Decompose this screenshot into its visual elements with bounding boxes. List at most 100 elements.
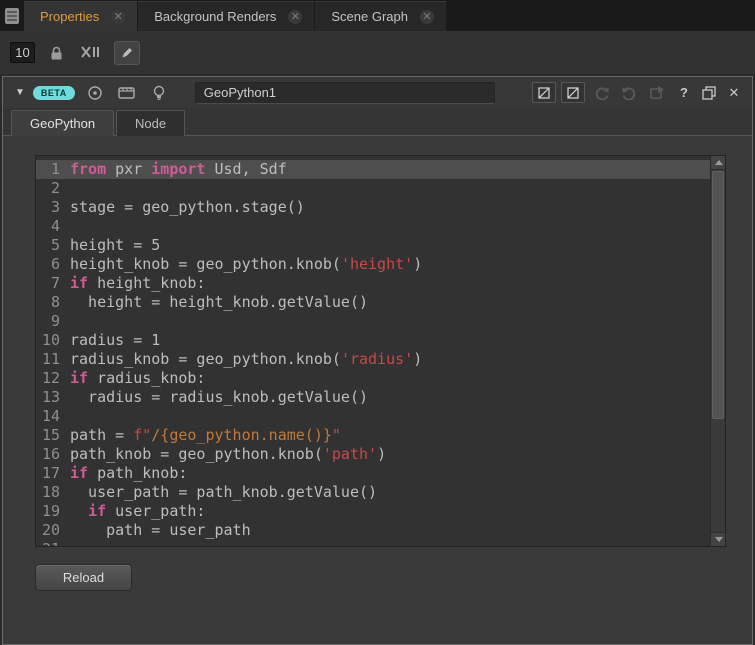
tab-properties[interactable]: Properties ✕ (24, 1, 137, 31)
tab-node[interactable]: Node (116, 110, 185, 136)
collapse-arrow-icon[interactable]: ▼ (15, 87, 25, 98)
tab-background-renders[interactable]: Background Renders ✕ (138, 1, 314, 31)
header-buttons: ? ✕ (532, 82, 744, 103)
beta-badge: BETA (33, 86, 75, 100)
line-code: height = height_knob.getValue() (70, 293, 368, 312)
close-panel-icon[interactable]: ✕ (724, 85, 744, 101)
close-icon[interactable]: ✕ (111, 10, 125, 24)
code-line[interactable]: 5height = 5 (36, 236, 725, 255)
node-name-input[interactable] (195, 82, 495, 104)
line-code: path = f"/{geo_python.name()}" (70, 426, 341, 445)
max-panels-input[interactable]: 10 (10, 42, 35, 63)
line-code: user_path = path_knob.getValue() (70, 483, 377, 502)
line-number: 2 (36, 179, 70, 198)
editor-footer: Reload (35, 547, 726, 607)
code-line[interactable]: 6height_knob = geo_python.knob('height') (36, 255, 725, 274)
tab-properties-label: Properties (40, 9, 99, 24)
code-line[interactable]: 11radius_knob = geo_python.knob('radius'… (36, 350, 725, 369)
line-number: 18 (36, 483, 70, 502)
tab-content: 1from pxr import Usd, Sdf23stage = geo_p… (3, 135, 752, 644)
line-number: 7 (36, 274, 70, 293)
code-line[interactable]: 9 (36, 312, 725, 331)
line-number: 1 (36, 160, 70, 179)
code-line[interactable]: 12if radius_knob: (36, 369, 725, 388)
line-number: 20 (36, 521, 70, 540)
help-button[interactable]: ? (674, 85, 694, 100)
line-number: 3 (36, 198, 70, 217)
node-properties-panel: ▼ BETA (2, 76, 753, 645)
close-all-panels-icon[interactable] (78, 43, 102, 62)
code-line[interactable]: 8 height = height_knob.getValue() (36, 293, 725, 312)
channel-swatch-icon[interactable] (532, 82, 556, 103)
panel-menu-icon[interactable] (0, 0, 24, 31)
line-code: radius = 1 (70, 331, 160, 350)
reload-button[interactable]: Reload (35, 564, 132, 591)
code-line[interactable]: 2 (36, 179, 725, 198)
properties-toolbar: 10 (0, 31, 755, 74)
node-tab-bar: GeoPython Node (3, 108, 752, 135)
code-line[interactable]: 4 (36, 217, 725, 236)
tab-geopython[interactable]: GeoPython (11, 110, 114, 136)
channel-swatch-icon[interactable] (561, 82, 585, 103)
line-number: 17 (36, 464, 70, 483)
line-number: 9 (36, 312, 70, 331)
center-node-icon[interactable] (83, 82, 107, 104)
line-number: 19 (36, 502, 70, 521)
line-number: 4 (36, 217, 70, 236)
line-code: from pxr import Usd, Sdf (70, 160, 287, 179)
code-line[interactable]: 19 if user_path: (36, 502, 725, 521)
lightbulb-icon[interactable] (147, 82, 171, 104)
tab-scene-graph-label: Scene Graph (331, 9, 408, 24)
close-icon[interactable]: ✕ (288, 10, 302, 24)
line-code: if height_knob: (70, 274, 205, 293)
line-number: 11 (36, 350, 70, 369)
code-line[interactable]: 17if path_knob: (36, 464, 725, 483)
line-code: stage = geo_python.stage() (70, 198, 305, 217)
tab-scene-graph[interactable]: Scene Graph ✕ (315, 1, 446, 31)
line-number: 13 (36, 388, 70, 407)
code-lines: 1from pxr import Usd, Sdf23stage = geo_p… (36, 156, 725, 547)
float-panel-icon[interactable] (699, 86, 719, 100)
code-line[interactable]: 20 path = user_path (36, 521, 725, 540)
panel-tab-bar: Properties ✕ Background Renders ✕ Scene … (0, 0, 755, 31)
code-editor[interactable]: 1from pxr import Usd, Sdf23stage = geo_p… (35, 155, 726, 547)
line-number: 10 (36, 331, 70, 350)
code-line[interactable]: 15path = f"/{geo_python.name()}" (36, 426, 725, 445)
code-line[interactable]: 14 (36, 407, 725, 426)
render-icon[interactable] (115, 82, 139, 104)
code-line[interactable]: 3stage = geo_python.stage() (36, 198, 725, 217)
line-code: path = user_path (70, 521, 251, 540)
scroll-up-arrow-icon[interactable] (711, 156, 726, 170)
code-line[interactable]: 18 user_path = path_knob.getValue() (36, 483, 725, 502)
tab-background-renders-label: Background Renders (154, 9, 276, 24)
scrollbar-thumb[interactable] (712, 171, 724, 419)
line-number: 6 (36, 255, 70, 274)
line-number: 12 (36, 369, 70, 388)
line-code: height = 5 (70, 236, 160, 255)
line-number: 8 (36, 293, 70, 312)
code-line[interactable]: 13 radius = radius_knob.getValue() (36, 388, 725, 407)
line-code: radius = radius_knob.getValue() (70, 388, 368, 407)
properties-panel-window: Properties ✕ Background Renders ✕ Scene … (0, 0, 755, 645)
code-line[interactable]: 21 (36, 540, 725, 547)
undo-icon (590, 82, 613, 103)
line-number: 16 (36, 445, 70, 464)
line-code: if path_knob: (70, 464, 187, 483)
code-line[interactable]: 10radius = 1 (36, 331, 725, 350)
close-icon[interactable]: ✕ (420, 10, 434, 24)
lock-icon[interactable] (47, 43, 66, 63)
edit-pencil-icon[interactable] (114, 41, 140, 65)
panel-grip-icon (4, 7, 20, 25)
code-line[interactable]: 7if height_knob: (36, 274, 725, 293)
code-line[interactable]: 16path_knob = geo_python.knob('path') (36, 445, 725, 464)
line-number: 21 (36, 540, 70, 547)
revert-icon (646, 82, 669, 103)
line-number: 14 (36, 407, 70, 426)
scroll-down-arrow-icon[interactable] (711, 532, 726, 546)
line-code: path_knob = geo_python.knob('path') (70, 445, 386, 464)
node-header: ▼ BETA (3, 77, 752, 108)
line-code: radius_knob = geo_python.knob('radius') (70, 350, 422, 369)
editor-scrollbar[interactable] (710, 156, 725, 546)
line-code: if user_path: (70, 502, 205, 521)
code-line[interactable]: 1from pxr import Usd, Sdf (36, 160, 725, 179)
